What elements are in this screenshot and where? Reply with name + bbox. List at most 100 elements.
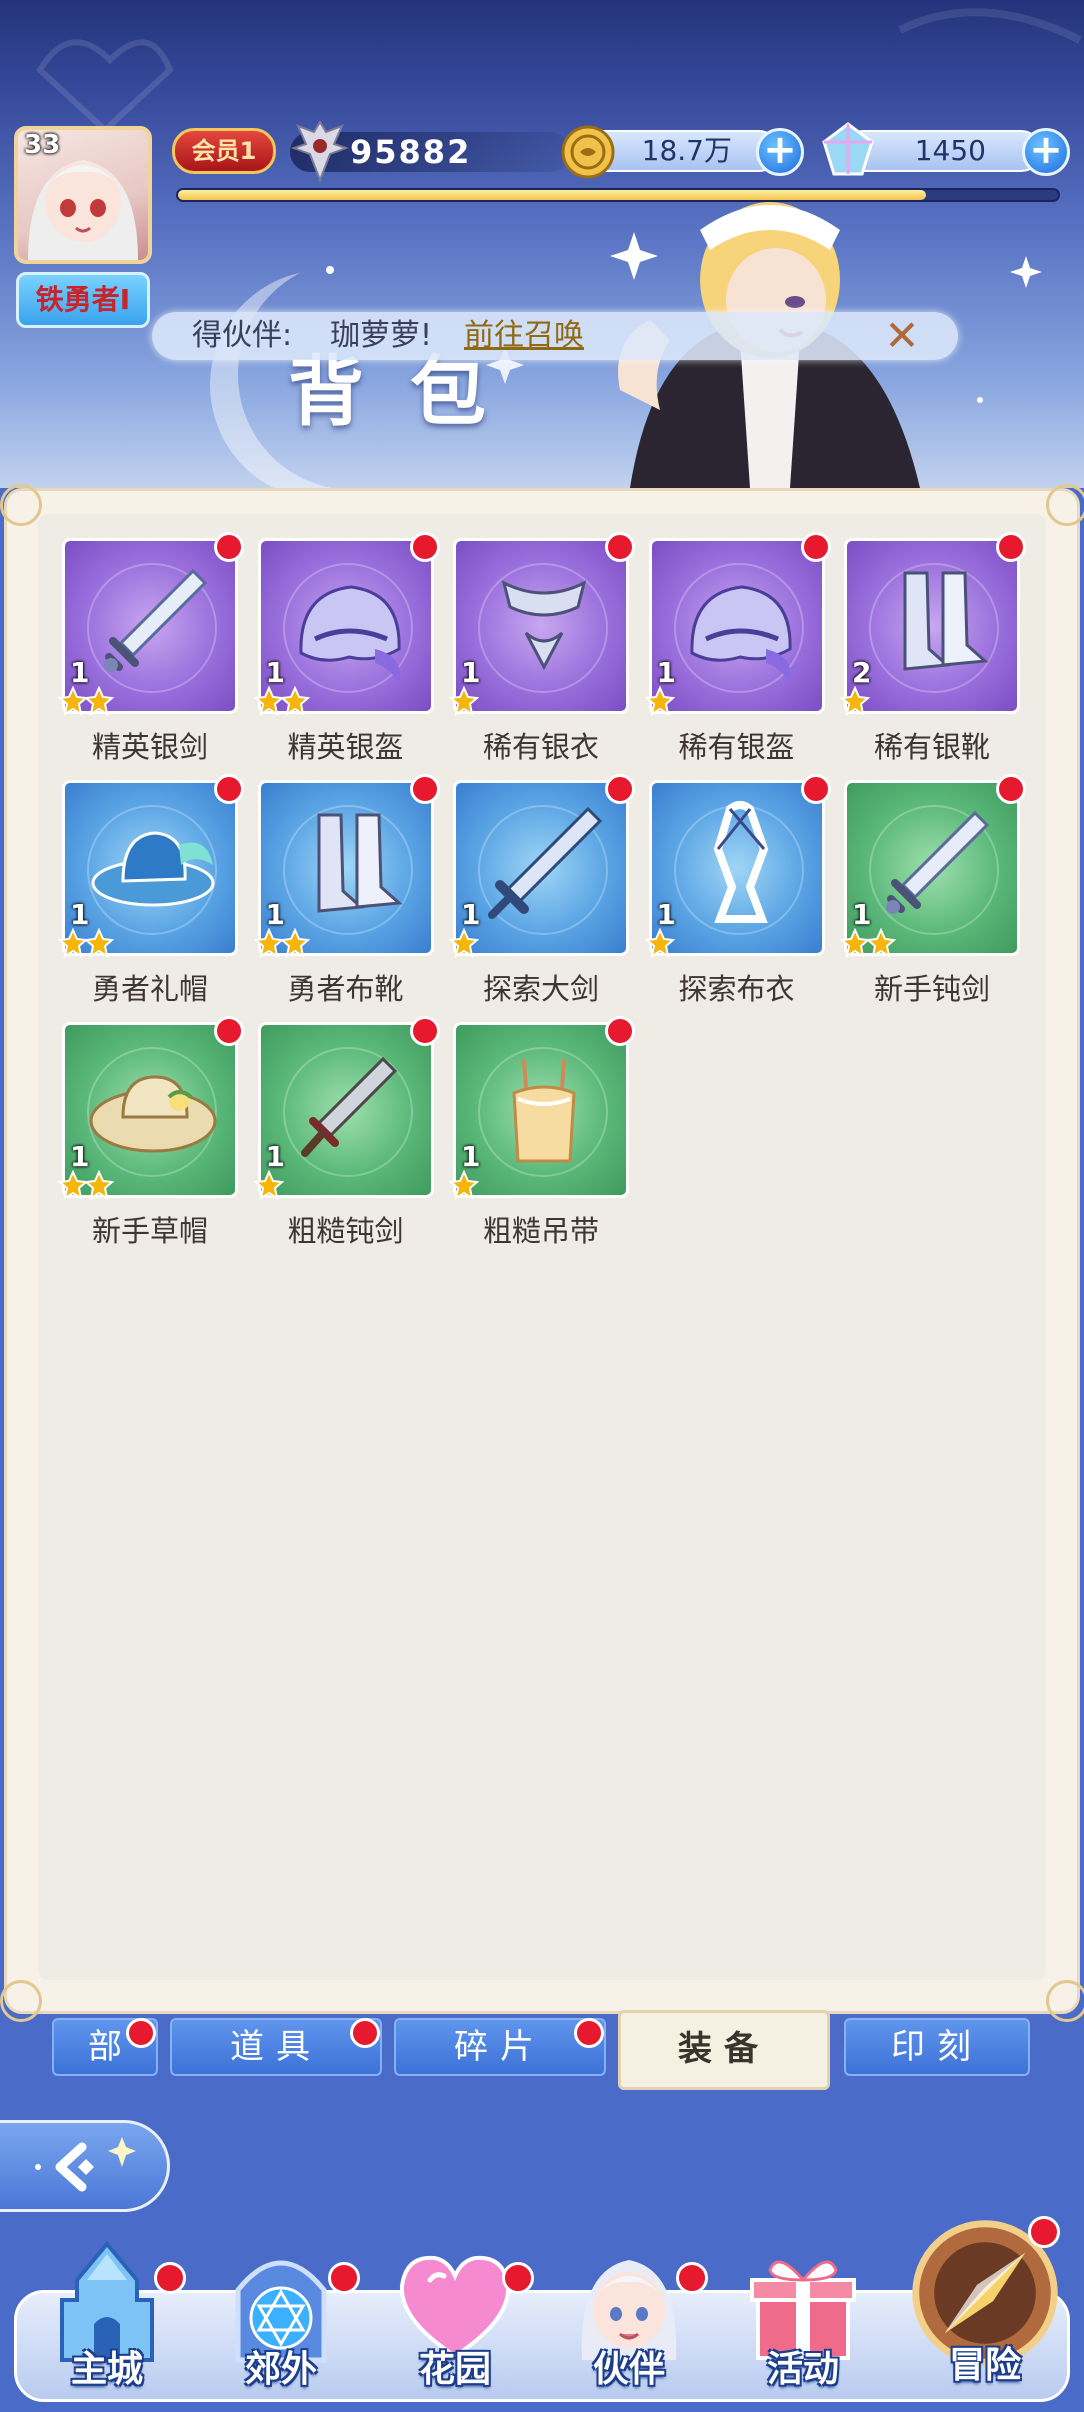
dagger-icon [300,1056,397,1157]
new-item-dot [409,1016,440,1046]
inventory-item[interactable]: 1 探索大剑 [449,774,635,1006]
item-count: 1 [852,898,872,931]
item-name: 精英银盔 [287,730,404,764]
add-diamond-button[interactable]: + [1022,128,1070,176]
item-count: 1 [265,1140,285,1173]
new-item-dot [605,532,635,562]
greatsword-icon [488,806,603,919]
nav-events[interactable]: 活动 [718,2240,888,2410]
item-stars [840,928,896,960]
star-icon [449,928,479,958]
camisole-icon [512,1058,576,1163]
back-button[interactable] [0,2120,170,2212]
star-icon [449,686,479,716]
inventory-item[interactable]: 2 稀有银靴 [840,532,1026,764]
hat-icon [91,831,215,907]
new-item-dot [996,774,1026,804]
panel-corner-ornament [1046,1980,1084,2022]
item-name: 新手钝剑 [873,972,990,1006]
go-summon-link[interactable]: 前往召唤 [464,312,584,360]
tab-fragments-notification-dot [574,2018,604,2048]
inventory-item[interactable]: 1 勇者布靴 [253,774,440,1006]
inventory-item[interactable]: 1 精英银盔 [253,532,440,764]
exp-progress-bar [176,188,1060,202]
item-stars [253,928,310,960]
item-name: 勇者布靴 [287,972,404,1006]
nav-label: 伙伴 [592,2349,665,2390]
new-item-dot [409,532,440,562]
inventory-item[interactable]: 1 勇者礼帽 [58,774,244,1006]
nav-suburbs-notification-dot [328,2262,360,2294]
star-icon [84,1170,114,1200]
inventory-item[interactable]: 1 稀有银盔 [644,532,831,764]
cloth-icon [713,801,768,923]
item-count: 1 [70,1140,90,1173]
nav-label: 郊外 [244,2349,317,2390]
new-item-dot [605,774,635,804]
item-name: 探索布衣 [678,972,795,1006]
star-icon [84,928,114,958]
item-name: 粗糙钝剑 [287,1214,404,1248]
nav-garden-notification-dot [502,2262,534,2294]
item-count: 1 [70,898,90,931]
armor-icon [501,580,587,671]
inventory-item[interactable]: 1 新手钝剑 [840,774,1026,1006]
sword-icon [886,810,990,914]
star-icon [84,686,114,716]
header-banner: 背包 [0,0,1084,488]
star-icon [644,686,675,716]
nav-label: 花园 [418,2349,491,2390]
item-count: 1 [461,656,481,689]
star-icon [449,1170,479,1200]
nav-adventure-notification-dot [1028,2216,1060,2248]
item-count: 2 [852,656,872,689]
tab-equipment[interactable]: 装备 [618,2010,830,2090]
inventory-item[interactable]: 1 稀有银衣 [449,532,635,764]
exp-progress-fill [178,190,926,200]
item-count: 1 [461,1140,481,1173]
item-stars [644,686,675,718]
item-stars [58,1170,114,1202]
item-stars [253,1170,284,1202]
nav-label: 主城 [70,2349,143,2390]
item-name: 探索大剑 [482,972,599,1006]
sword-icon [104,568,208,672]
item-name: 稀有银靴 [873,730,990,764]
nav-label: 活动 [766,2349,839,2390]
player-title-badge[interactable]: 铁勇者I [16,272,150,328]
inventory-item[interactable]: 1 精英银剑 [58,532,244,764]
tab-engraving[interactable]: 印刻 [844,2018,1030,2076]
item-stars [58,686,114,718]
item-stars [58,928,114,960]
inventory-item[interactable]: 1 探索布衣 [644,774,831,1006]
new-item-dot [800,774,831,804]
item-name: 稀有银衣 [482,730,599,764]
new-item-dot [605,1016,635,1046]
star-icon [644,928,675,958]
item-count: 1 [461,898,481,931]
new-item-dot [800,532,831,562]
star-icon [840,686,870,716]
new-item-dot [214,1016,244,1046]
star-icon [253,1170,284,1200]
boots-icon [317,813,403,913]
add-gold-button[interactable]: + [756,128,804,176]
item-count: 1 [656,898,676,931]
straw-hat-icon [89,1075,217,1153]
close-icon[interactable]: ✕ [880,314,924,358]
vip-badge[interactable]: 会员1 [172,128,276,174]
inventory-item[interactable]: 1 粗糙钝剑 [253,1016,440,1248]
helmet-icon [298,585,401,683]
inventory-item[interactable]: 1 新手草帽 [58,1016,244,1248]
diamond-icon [822,122,874,176]
back-arrow-icon [35,2137,136,2192]
combat-power-value: 95882 [350,133,472,171]
item-count: 1 [265,656,285,689]
inventory-item[interactable]: 1 粗糙吊带 [449,1016,635,1248]
star-icon [866,928,896,958]
item-count: 1 [265,898,285,931]
star-icon [279,686,310,716]
player-level: 33 [24,130,61,160]
gold-value: 18.7万 [641,134,732,167]
nav-main-city-notification-dot [154,2262,186,2294]
